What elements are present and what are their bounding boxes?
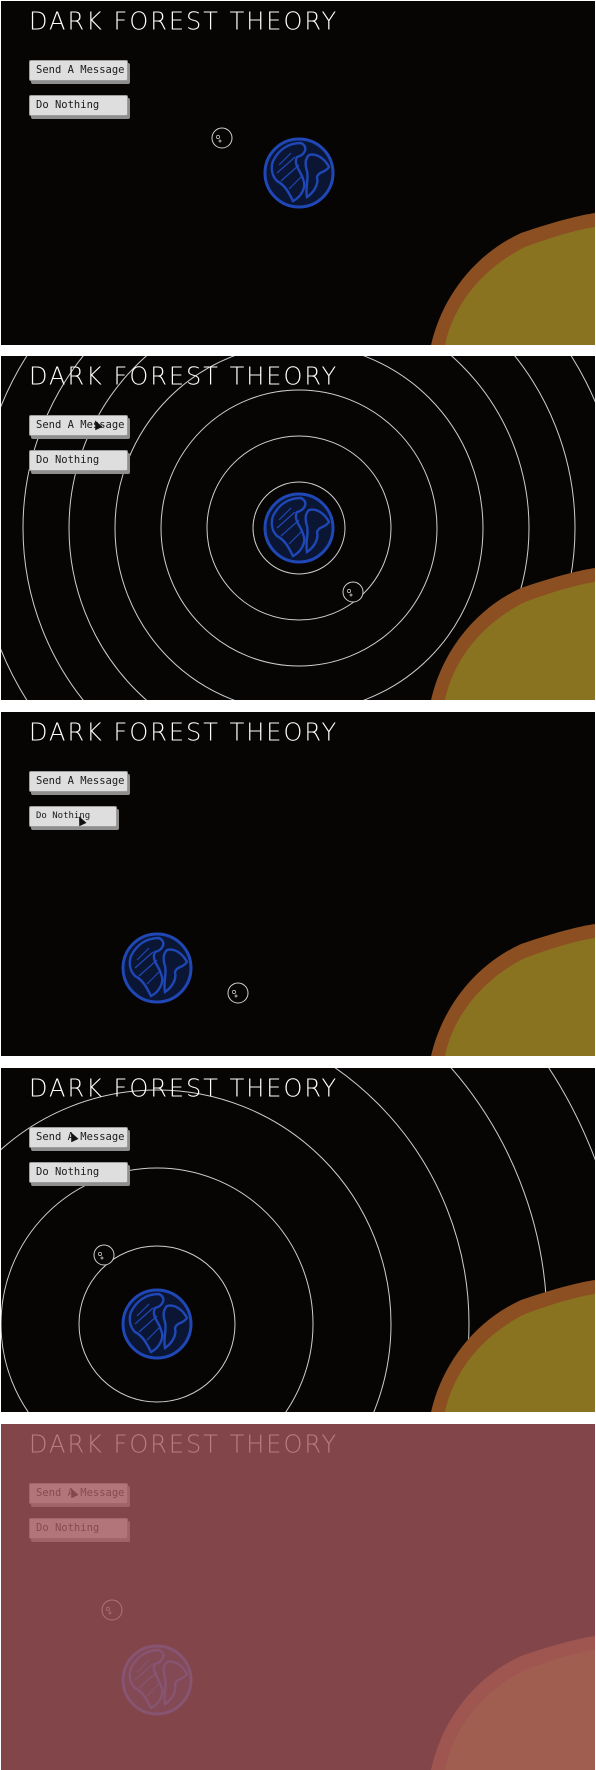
page-title: DARK FOREST THEORY bbox=[29, 717, 339, 747]
page-title: DARK FOREST THEORY bbox=[29, 1429, 339, 1459]
do-nothing-button[interactable]: Do Nothing bbox=[29, 806, 117, 827]
moon bbox=[93, 1244, 115, 1266]
sun bbox=[431, 213, 595, 345]
moon bbox=[101, 1599, 123, 1621]
send-message-button[interactable]: Send A Message bbox=[29, 60, 128, 81]
do-nothing-button[interactable]: Do Nothing bbox=[29, 1162, 128, 1183]
sun bbox=[431, 1636, 595, 1770]
scene bbox=[121, 924, 595, 1056]
send-message-button[interactable]: Send A Message bbox=[29, 415, 128, 436]
send-message-button[interactable]: Send A Message bbox=[29, 1483, 128, 1504]
scene bbox=[1, 1068, 595, 1412]
sun bbox=[431, 924, 595, 1056]
do-nothing-button[interactable]: Do Nothing bbox=[29, 450, 128, 471]
send-message-button[interactable]: Send A Message bbox=[29, 771, 128, 792]
do-nothing-button[interactable]: Do Nothing bbox=[29, 95, 128, 116]
moon bbox=[227, 982, 249, 1004]
earth bbox=[121, 1288, 193, 1360]
sun bbox=[431, 568, 595, 700]
do-nothing-button[interactable]: Do Nothing bbox=[29, 1518, 128, 1539]
scene bbox=[1, 356, 595, 700]
page-title: DARK FOREST THEORY bbox=[29, 361, 339, 391]
earth bbox=[121, 1644, 193, 1716]
scene bbox=[101, 1599, 595, 1770]
game-frame-1: DARK FOREST THEORY Send A Message Do Not… bbox=[1, 1, 595, 345]
page-title: DARK FOREST THEORY bbox=[29, 6, 339, 36]
moon bbox=[211, 127, 233, 149]
earth bbox=[263, 137, 335, 209]
earth bbox=[263, 492, 335, 564]
game-frame-4: DARK FOREST THEORY Send A Message Do Not… bbox=[1, 1068, 595, 1412]
sun bbox=[431, 1280, 595, 1412]
game-frame-5: DARK FOREST THEORY Send A Message Do Not… bbox=[1, 1424, 595, 1770]
moon bbox=[342, 581, 364, 603]
earth bbox=[121, 932, 193, 1004]
send-message-button[interactable]: Send A Message bbox=[29, 1127, 128, 1148]
game-frame-2: DARK FOREST THEORY Send A Message Do Not… bbox=[1, 356, 595, 700]
scene bbox=[211, 127, 595, 345]
page-title: DARK FOREST THEORY bbox=[29, 1073, 339, 1103]
game-frame-3: DARK FOREST THEORY Send A Message Do Not… bbox=[1, 712, 595, 1056]
